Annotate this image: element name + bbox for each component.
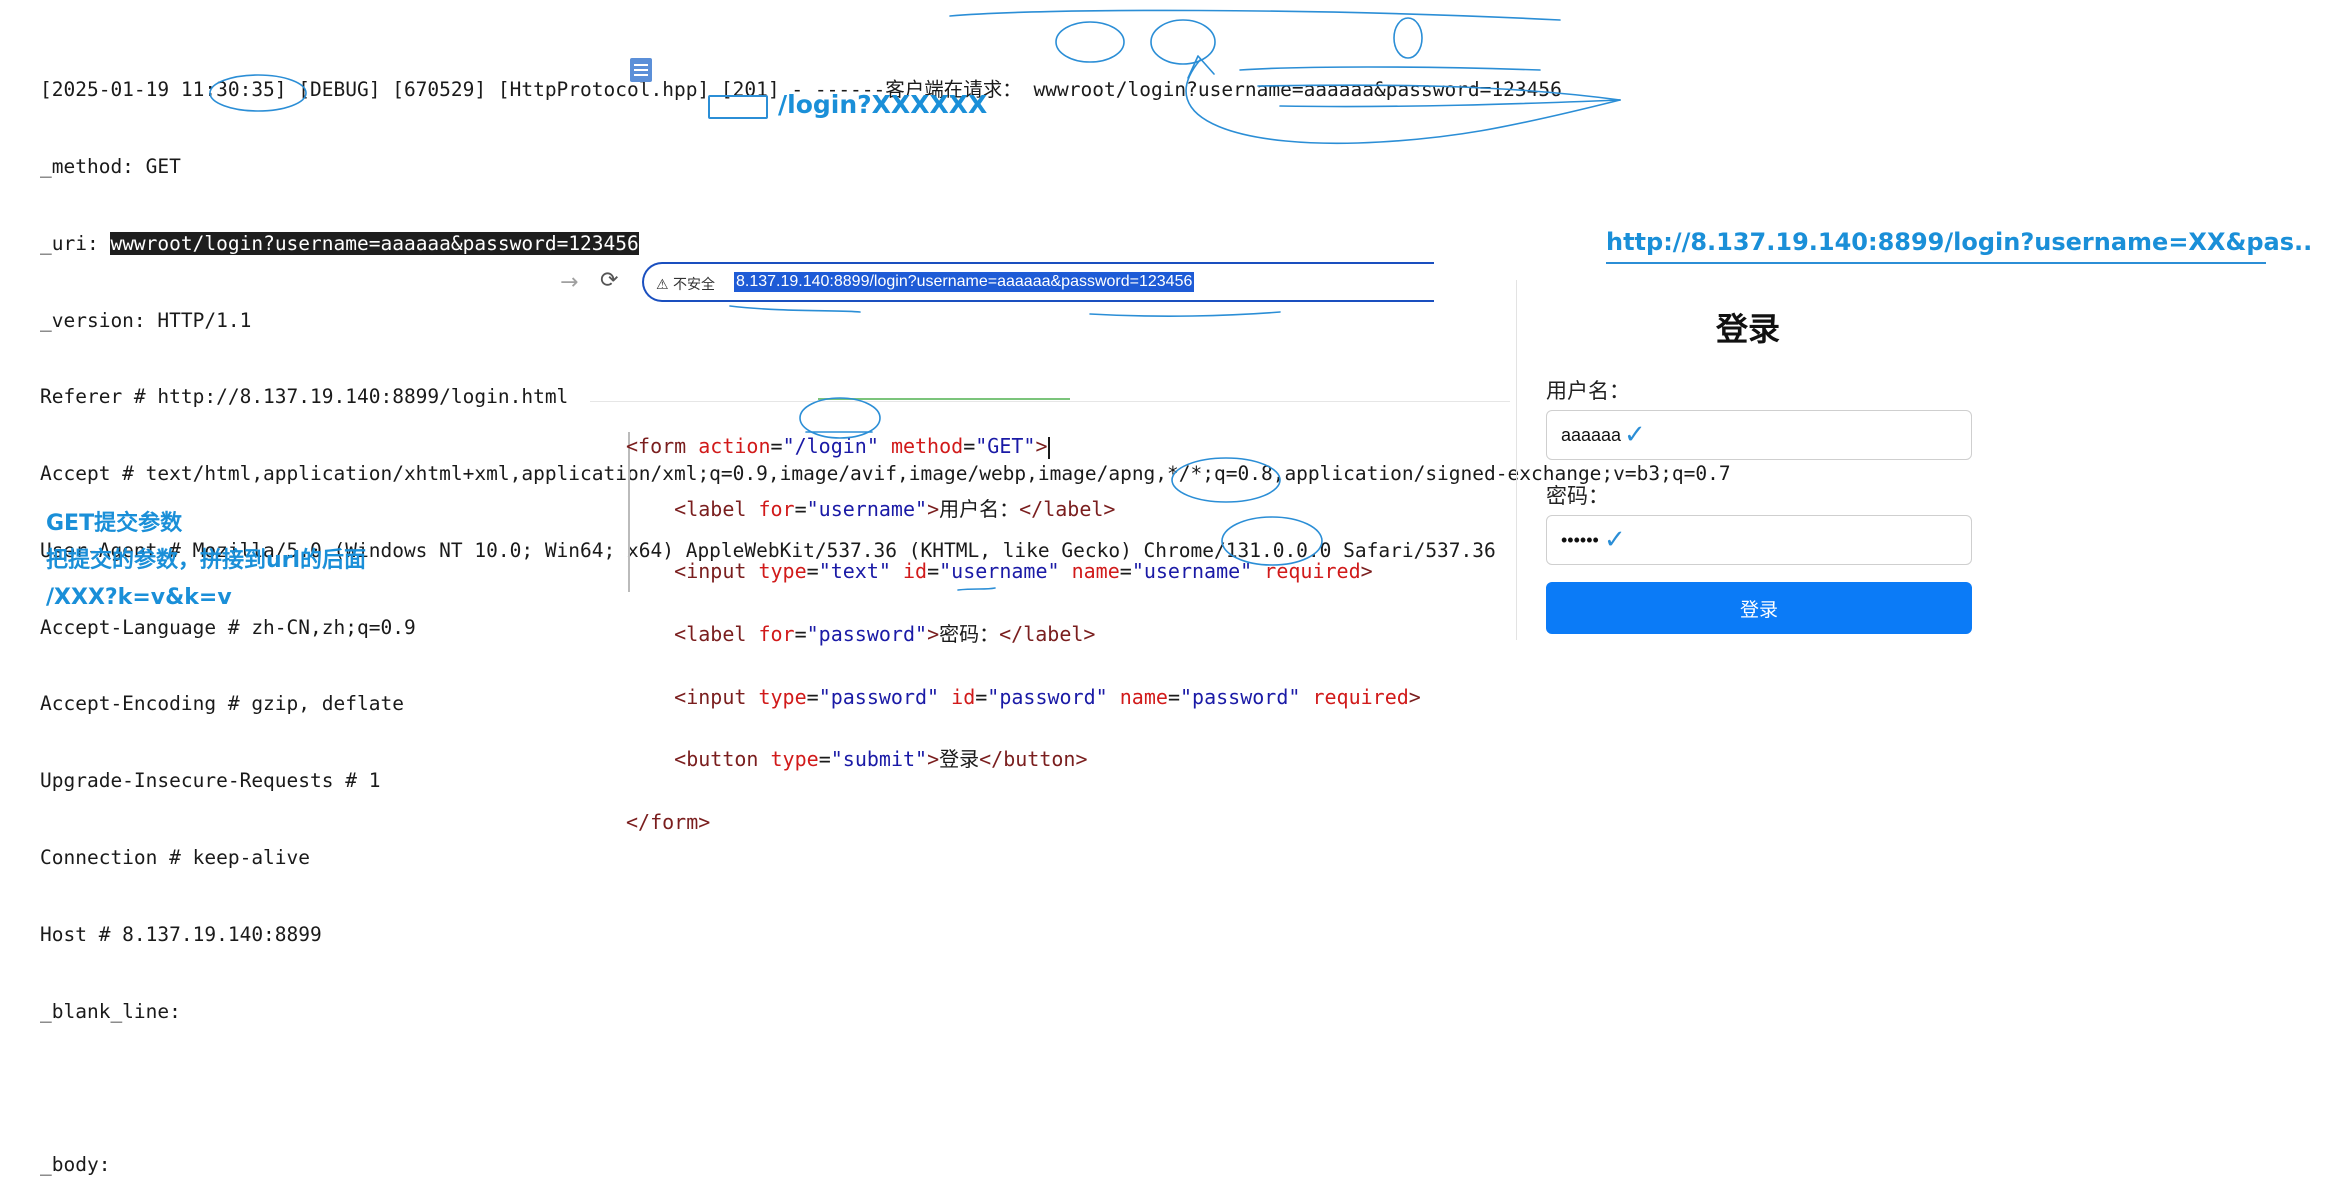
code-line-input-user: <input type="text" id="username" name="u… <box>674 559 1373 584</box>
html-source-code: <form action="/login" method="GET"> <lab… <box>626 400 1421 869</box>
log-method: _method: GET <box>40 154 181 178</box>
document-icon[interactable] <box>630 58 652 82</box>
annotation-box <box>708 95 768 119</box>
code-line-input-pass: <input type="password" id="password" nam… <box>674 684 1421 709</box>
text-cursor <box>1047 436 1050 459</box>
forward-icon[interactable]: → <box>560 270 578 295</box>
address-bar[interactable]: ⚠ 不安全 8.137.19.140:8899/login?username=a… <box>642 262 1434 302</box>
code-line-label-pass: <label for="password">密码：</label> <box>674 622 1096 647</box>
insecure-badge[interactable]: ⚠ 不安全 <box>656 274 715 294</box>
log-uri: _uri: wwwroot/login?username=aaaaaa&pass… <box>40 231 1731 257</box>
code-line-form-close: </form> <box>626 809 711 834</box>
annotation-underline <box>1606 262 2266 264</box>
reload-icon[interactable]: ⟳ <box>600 268 618 293</box>
username-input[interactable] <box>1546 410 1972 460</box>
log-empty <box>40 1075 1731 1101</box>
annotation-full-url: http://8.137.19.140:8899/login?username=… <box>1606 228 2313 256</box>
panel-divider <box>1516 280 1517 640</box>
check-icon: ✓ <box>1624 420 1646 450</box>
annotation-get-title: GET提交参数 <box>46 511 183 536</box>
code-line-button: <button type="submit">登录</button> <box>674 747 1088 772</box>
ink-underline-log <box>949 9 1561 21</box>
login-title: 登录 <box>1716 310 1781 348</box>
log-version: _version: HTTP/1.1 <box>40 308 252 332</box>
log-body: _body: <box>40 1153 111 1177</box>
annotation-get-format: /XXX?k=v&k=v <box>46 585 232 610</box>
annotation-get-explanation: GET提交参数 把提交的参数，拼接到url的后面 /XXX?k=v&k=v <box>46 505 366 616</box>
log-uri-selected[interactable]: wwwroot/login?username=aaaaaa&password=1… <box>110 231 639 255</box>
username-label: 用户名： <box>1546 379 1630 403</box>
log-blank-line: _blank_line: <box>40 999 181 1023</box>
log-request: wwwroot/login?username=aaaaaa&password=1… <box>1033 78 1562 102</box>
login-submit-button[interactable]: 登录 <box>1546 582 1972 634</box>
address-url[interactable]: 8.137.19.140:8899/login?username=aaaaaa&… <box>734 272 1195 292</box>
log-uri-label: _uri: <box>40 231 111 255</box>
code-line-form-open: <form action="/login" method="GET"> <box>626 434 1050 459</box>
check-icon: ✓ <box>1604 525 1626 555</box>
password-label: 密码： <box>1546 484 1609 508</box>
annotation-login-path: /login?XXXXXX <box>778 90 988 119</box>
annotation-get-desc: 把提交的参数，拼接到url的后面 <box>46 548 367 573</box>
log-host: Host # 8.137.19.140:8899 <box>40 922 322 946</box>
code-line-label-user: <label for="username">用户名：</label> <box>674 496 1116 521</box>
